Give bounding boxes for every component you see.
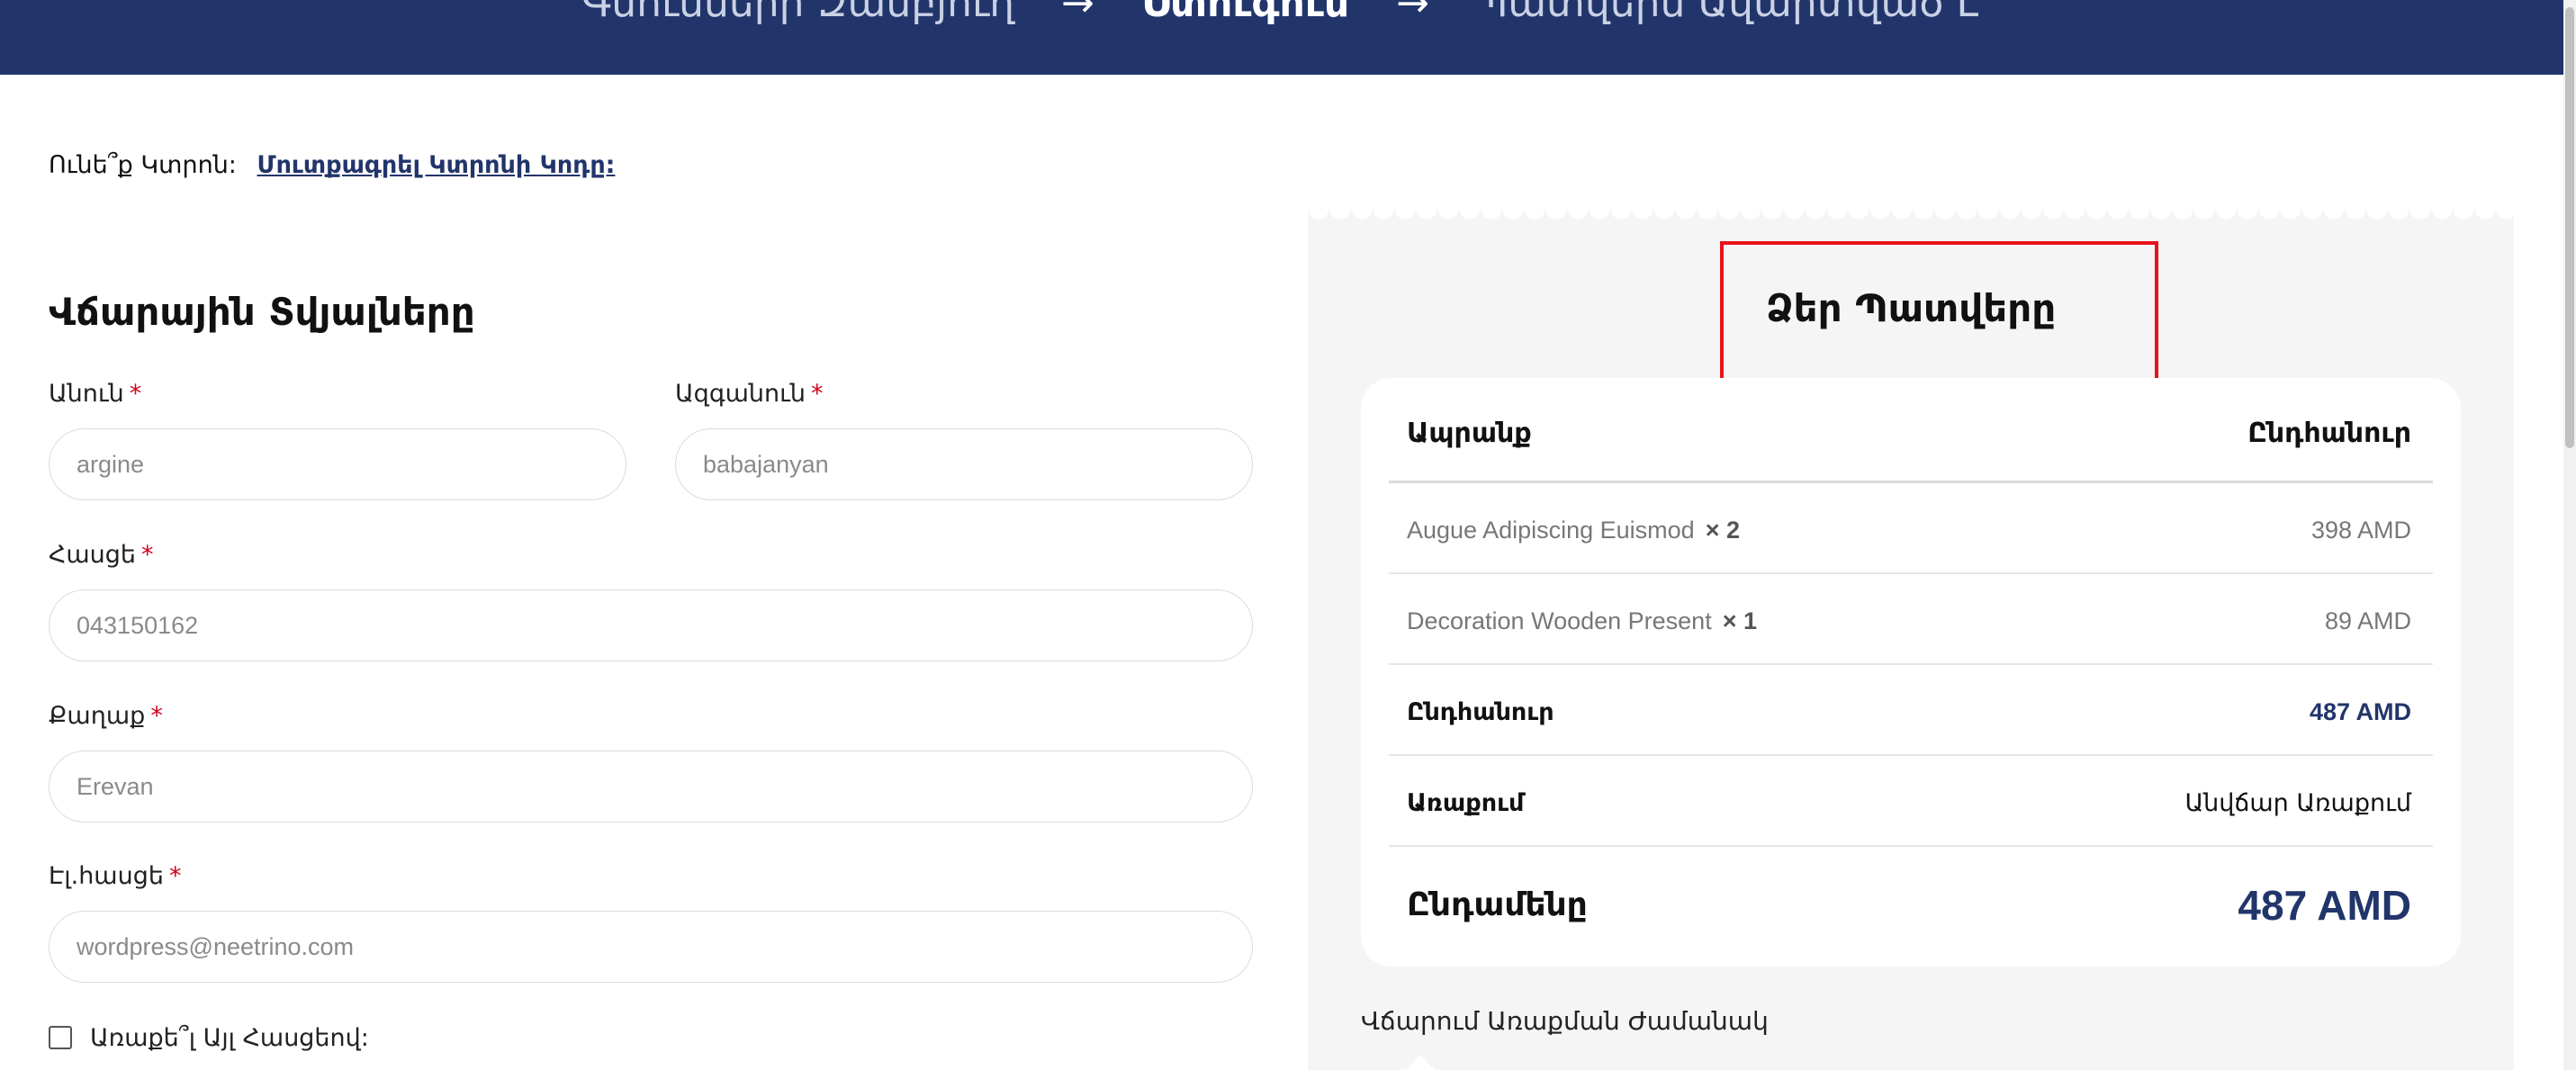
email-field[interactable]: wordpress@neetrino.com	[49, 911, 1253, 983]
ship-different-checkbox[interactable]	[49, 1025, 72, 1049]
coupon-question: Ունե՞ք Կտրոն:	[49, 151, 237, 179]
first-name-label-text: Անուն	[49, 380, 124, 408]
ship-different-address[interactable]: Առաքե՞լ Այլ Հասցեով:	[49, 1024, 369, 1052]
required-mark: *	[150, 702, 163, 730]
payment-description-pointer	[1406, 1055, 1435, 1070]
checkout-steps-bar: Գնումների Զամբյուղ → Ստուգում → Պատվերն …	[0, 0, 2563, 75]
item-name: Augue Adipiscing Euismod × 2	[1407, 517, 1740, 544]
shipping-row: Առաքում Անվճար Առաքում	[1389, 756, 2433, 847]
item-name-text: Decoration Wooden Present	[1407, 607, 1712, 634]
phone-label-text: Հասցե	[49, 541, 136, 569]
table-header: Ապրանք Ընդհանուր	[1389, 378, 2433, 483]
payment-method-cod[interactable]: Վճարում Առաքման Ժամանակ	[1361, 1006, 1769, 1036]
coupon-notice: Ունե՞ք Կտրոն: Մուտքագրել Կտրոնի Կոդը:	[49, 151, 615, 179]
arrow-right-icon: →	[1061, 0, 1094, 26]
page-scrollbar[interactable]	[2563, 0, 2576, 1070]
item-price: 398 AMD	[2310, 517, 2411, 544]
required-mark: *	[810, 380, 824, 408]
panel-scalloped-edge	[1308, 209, 2514, 229]
item-qty: × 1	[1722, 607, 1757, 634]
enter-coupon-link[interactable]: Մուտքագրել Կտրոնի Կոդը:	[257, 151, 616, 179]
table-row: Augue Adipiscing Euismod × 2 398 AMD	[1389, 483, 2433, 574]
checkout-steps: Գնումների Զամբյուղ → Ստուգում → Պատվերն …	[0, 0, 2563, 26]
last-name-label: Ազգանուն *	[675, 380, 823, 408]
table-row: Decoration Wooden Present × 1 89 AMD	[1389, 574, 2433, 665]
billing-details-title: Վճարային Տվյալները	[49, 290, 475, 334]
required-mark: *	[140, 541, 154, 569]
step-cart[interactable]: Գնումների Զամբյուղ	[581, 0, 1014, 26]
item-name: Decoration Wooden Present × 1	[1407, 607, 1757, 635]
shipping-label: Առաքում	[1407, 789, 1525, 817]
item-price: 89 AMD	[2324, 607, 2411, 634]
column-product: Ապրանք	[1407, 418, 1532, 449]
first-name-field[interactable]: argine	[49, 428, 626, 500]
required-mark: *	[168, 862, 182, 890]
item-name-text: Augue Adipiscing Euismod	[1407, 517, 1695, 544]
step-order-complete: Պատվերն Ավարտված Է	[1475, 0, 1982, 26]
email-label: Էլ.հասցե *	[49, 862, 181, 890]
order-review-table: Ապրանք Ընդհանուր Augue Adipiscing Euismo…	[1361, 378, 2461, 967]
city-label-text: Քաղաք	[49, 702, 146, 730]
column-total: Ընդհանուր	[2247, 418, 2411, 449]
phone-label: Հասցե *	[49, 541, 153, 569]
city-label: Քաղաք *	[49, 702, 163, 730]
arrow-right-icon: →	[1396, 0, 1429, 26]
highlight-box	[1720, 241, 2158, 396]
subtotal-value: 487 AMD	[2309, 698, 2411, 725]
phone-field[interactable]: 043150162	[49, 589, 1253, 661]
scrollbar-thumb[interactable]	[2565, 7, 2574, 448]
last-name-label-text: Ազգանուն	[675, 380, 806, 408]
ship-different-label: Առաքե՞լ Այլ Հասցեով:	[90, 1024, 369, 1052]
subtotal-label: Ընդհանուր	[1407, 698, 1554, 726]
required-mark: *	[129, 380, 142, 408]
order-total-value: 487 AMD	[2238, 882, 2411, 929]
first-name-label: Անուն *	[49, 380, 141, 408]
item-qty: × 2	[1705, 517, 1740, 544]
shipping-value: Անվճար Առաքում	[2184, 789, 2411, 817]
order-total-row: Ընդամենը 487 AMD	[1389, 847, 2433, 967]
step-checkout: Ստուգում	[1140, 0, 1350, 26]
city-field[interactable]: Erevan	[49, 751, 1253, 823]
subtotal-row: Ընդհանուր 487 AMD	[1389, 665, 2433, 756]
order-total-label: Ընդամենը	[1407, 886, 1588, 923]
email-label-text: Էլ.հասցե	[49, 862, 164, 890]
last-name-field[interactable]: babajanyan	[675, 428, 1253, 500]
